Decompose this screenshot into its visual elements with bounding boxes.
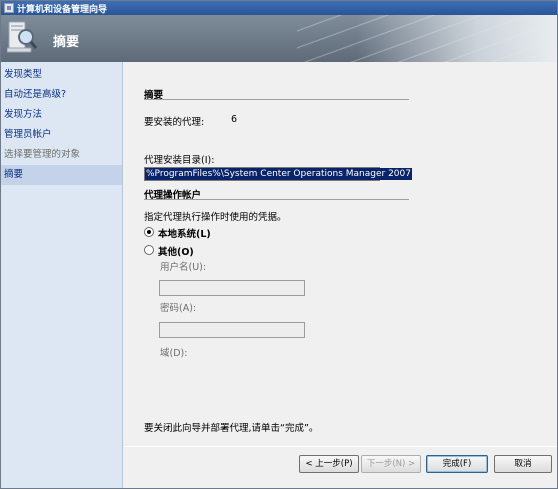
install-dir-value: %ProgramFiles%\System Center Operations … — [145, 168, 412, 180]
header-fade — [357, 15, 557, 62]
agent-account-description: 指定代理执行操作时使用的凭据。 — [144, 212, 287, 223]
nav-item-discovery-method[interactable]: 发现方法 — [1, 105, 122, 125]
radio-other[interactable] — [144, 245, 154, 255]
wizard-header: 摘要 — [1, 15, 557, 62]
window-title: 计算机和设备管理向导 — [17, 4, 108, 15]
install-dir-label: 代理安装目录(I): — [144, 155, 215, 166]
next-button: 下一步(N) > — [361, 455, 421, 473]
nav-item-select-objects: 选择要管理的对象 — [4, 149, 81, 160]
nav-item-discovery-type[interactable]: 发现类型 — [1, 65, 122, 85]
username-field — [159, 280, 305, 296]
finish-instruction: 要关闭此向导并部署代理,请单击“完成”。 — [144, 423, 319, 434]
agent-account-divider — [144, 199, 409, 200]
back-button[interactable]: < 上一步(P) — [299, 455, 359, 473]
domain-label: 域(D): — [160, 348, 188, 359]
radio-other-label[interactable]: 其他(O) — [158, 244, 194, 258]
password-field — [159, 322, 305, 338]
nav-item-auto-or-advanced[interactable]: 自动还是高级? — [1, 85, 122, 105]
radio-local-system[interactable] — [144, 227, 154, 237]
footer-divider — [124, 446, 557, 447]
radio-local-system-label[interactable]: 本地系统(L) — [158, 226, 211, 240]
content-panel: 摘要 要安装的代理: 6 代理安装目录(I): %ProgramFiles%\S… — [124, 62, 557, 446]
app-icon — [4, 3, 14, 13]
summary-divider — [144, 99, 409, 100]
password-label: 密码(A): — [160, 303, 197, 314]
install-dir-input[interactable]: %ProgramFiles%\System Center Operations … — [144, 167, 412, 181]
button-bar: < 上一步(P) 下一步(N) > 完成(F) 取消 — [124, 446, 557, 488]
nav-item-admin-account[interactable]: 管理员帐户 — [1, 125, 122, 145]
title-bar: 计算机和设备管理向导 — [1, 1, 557, 15]
finish-button[interactable]: 完成(F) — [426, 455, 488, 473]
wizard-nav: 发现类型 自动还是高级? 发现方法 管理员帐户 选择要管理的对象 摘要 — [1, 62, 123, 488]
nav-item-summary[interactable]: 摘要 — [1, 165, 122, 185]
cancel-button[interactable]: 取消 — [494, 455, 552, 473]
username-label: 用户名(U): — [160, 262, 207, 273]
wizard-window: 计算机和设备管理向导 摘要 发现类型 自动还是高级? 发现方法 管理员帐户 选择… — [0, 0, 558, 489]
page-title: 摘要 — [53, 35, 80, 50]
magnifier-computer-icon — [7, 21, 37, 53]
agents-count: 6 — [231, 114, 238, 125]
agents-label: 要安装的代理: — [144, 117, 205, 128]
